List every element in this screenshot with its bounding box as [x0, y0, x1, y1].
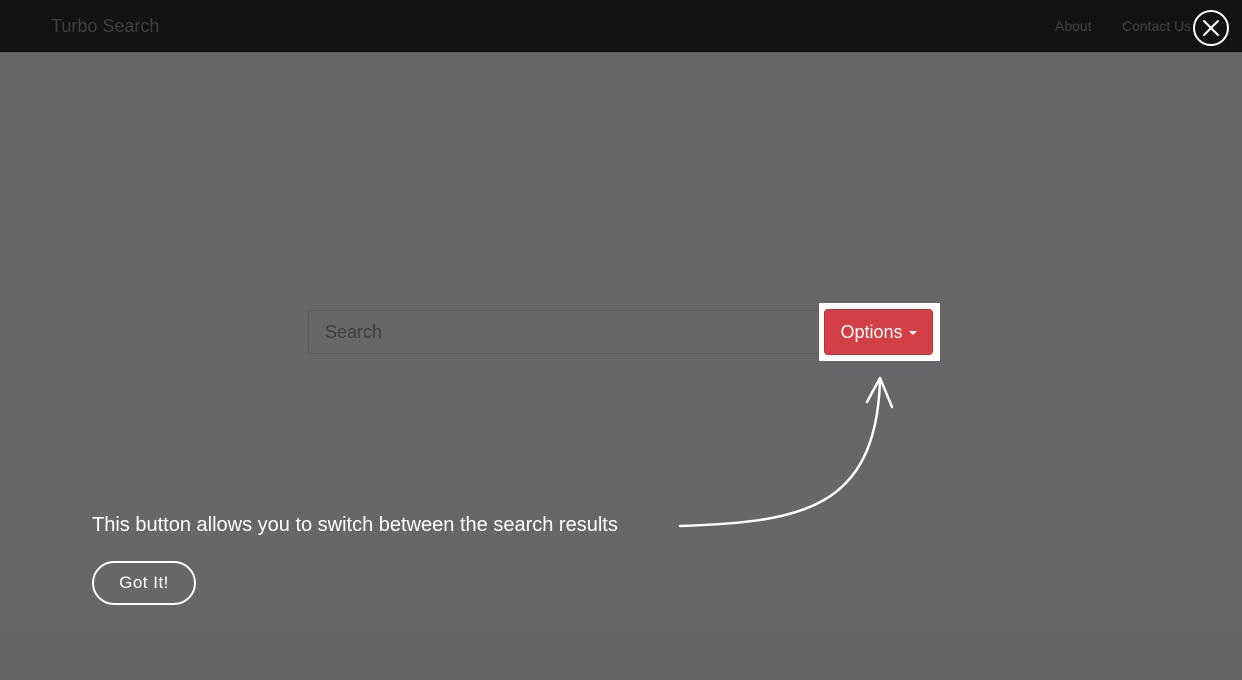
page-footer [0, 630, 1242, 680]
tour-message: This button allows you to switch between… [92, 514, 618, 536]
tour-overlay-page: Turbo Search About Contact Us Options Th… [0, 0, 1242, 680]
got-it-button[interactable]: Got It! [92, 561, 196, 605]
